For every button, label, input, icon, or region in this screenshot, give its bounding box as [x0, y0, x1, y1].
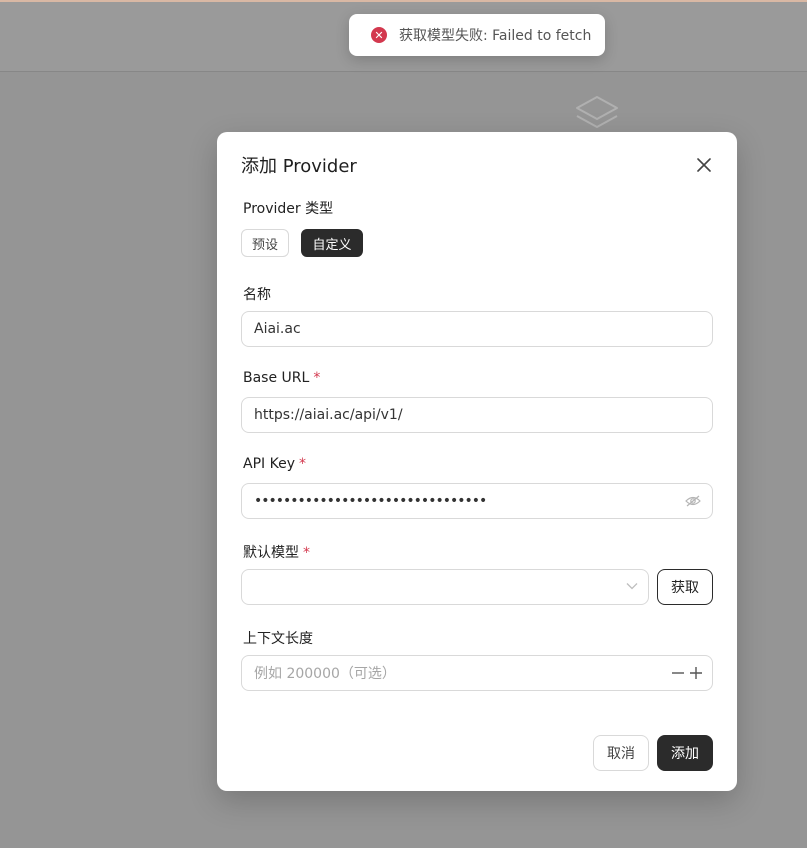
- base-url-input[interactable]: https://aiai.ac/api/v1/: [241, 397, 713, 433]
- base-url-label: Base URL *: [243, 370, 320, 386]
- base-url-value: https://aiai.ac/api/v1/: [254, 407, 403, 423]
- default-model-select[interactable]: [241, 569, 649, 605]
- provider-type-label: Provider 类型: [243, 201, 334, 217]
- increment-icon[interactable]: [690, 667, 702, 679]
- layers-icon: [576, 96, 618, 128]
- eye-off-icon[interactable]: [685, 494, 701, 508]
- error-circle-icon: ✕: [371, 27, 387, 43]
- provider-type-custom-button[interactable]: 自定义: [301, 229, 363, 257]
- close-icon: [697, 158, 711, 172]
- add-button[interactable]: 添加: [657, 735, 713, 771]
- default-model-label: 默认模型 *: [243, 542, 310, 562]
- required-mark: *: [313, 370, 321, 386]
- toast-message: 获取模型失败: Failed to fetch: [399, 28, 592, 44]
- chevron-down-icon: [626, 583, 638, 590]
- required-mark: *: [298, 456, 306, 472]
- required-mark: *: [303, 545, 310, 561]
- name-value: Aiai.ac: [254, 321, 301, 337]
- decrement-icon[interactable]: [672, 667, 684, 679]
- name-label: 名称: [243, 287, 271, 303]
- error-toast: ✕ 获取模型失败: Failed to fetch: [349, 14, 605, 56]
- api-key-value: ••••••••••••••••••••••••••••••••: [254, 493, 487, 509]
- base-url-label-text: Base URL: [243, 370, 310, 386]
- api-key-label: API Key *: [243, 456, 306, 472]
- provider-type-preset-button[interactable]: 预设: [241, 229, 289, 257]
- close-button[interactable]: [693, 154, 715, 176]
- api-key-label-text: API Key: [243, 456, 295, 472]
- default-model-label-text: 默认模型: [243, 545, 299, 561]
- cancel-button[interactable]: 取消: [593, 735, 649, 771]
- context-length-label: 上下文长度: [243, 631, 313, 647]
- fetch-models-button[interactable]: 获取: [657, 569, 713, 605]
- context-length-input[interactable]: 例如 200000（可选）: [241, 655, 713, 691]
- dialog-title: 添加 Provider: [241, 156, 357, 177]
- api-key-input[interactable]: ••••••••••••••••••••••••••••••••: [241, 483, 713, 519]
- name-input[interactable]: Aiai.ac: [241, 311, 713, 347]
- add-provider-dialog: 添加 Provider Provider 类型 预设 自定义 名称 Aiai.a…: [217, 132, 737, 791]
- context-length-placeholder: 例如 200000（可选）: [254, 666, 396, 682]
